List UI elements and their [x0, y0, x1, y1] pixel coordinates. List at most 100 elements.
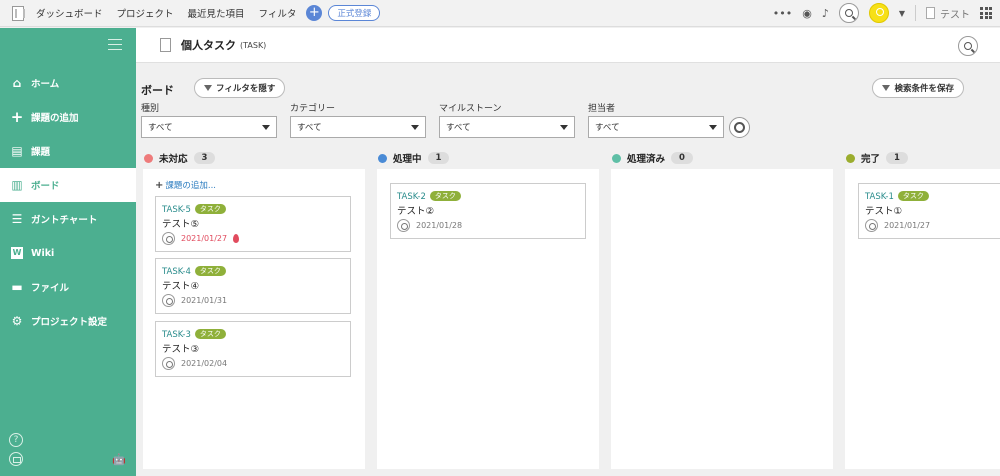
plus-icon: +: [10, 107, 24, 126]
column-header-in-progress: 処理中 1: [378, 151, 450, 165]
global-search-icon[interactable]: [838, 3, 859, 23]
chevron-down-icon[interactable]: ▼: [899, 9, 905, 18]
board-column-resolved: [611, 169, 833, 469]
column-count: 0: [671, 152, 693, 164]
project-search-icon[interactable]: [958, 36, 978, 56]
project-key: (TASK): [240, 40, 267, 50]
nav-projects[interactable]: プロジェクト: [117, 6, 174, 20]
add-plus-icon[interactable]: +: [306, 5, 323, 21]
filter-type-select[interactable]: すべて: [141, 116, 277, 138]
sidebar-item-files[interactable]: ▬ ファイル: [0, 270, 136, 304]
app-logo-icon[interactable]: [0, 0, 36, 27]
current-project[interactable]: テスト: [926, 6, 970, 21]
filter-milestone-select[interactable]: すべて: [439, 116, 575, 138]
task-key[interactable]: TASK-2: [397, 192, 426, 202]
avatar: [162, 294, 175, 307]
global-nav: ダッシュボード プロジェクト 最近見た項目 フィルタ + 正式登録: [36, 5, 381, 21]
task-card[interactable]: TASK-1 タスク テスト① 2021/01/27: [858, 183, 1000, 239]
column-title: 未対応: [159, 154, 188, 165]
sidebar-item-wiki[interactable]: W Wiki: [0, 236, 136, 270]
task-key[interactable]: TASK-3: [162, 330, 191, 340]
column-title: 処理中: [393, 154, 422, 165]
filter-category-select[interactable]: すべて: [290, 116, 426, 138]
task-title: テスト②: [397, 206, 435, 217]
more-icon[interactable]: •••: [773, 7, 792, 20]
nav-dashboard[interactable]: ダッシュボード: [36, 6, 103, 20]
funnel-plus-icon: [882, 85, 891, 91]
sidebar-item-label: ホーム: [31, 79, 60, 90]
hide-filter-label: フィルタを隠す: [216, 84, 276, 94]
task-key-line: TASK-2 タスク: [397, 191, 461, 202]
board-column-in-progress: TASK-2 タスク テスト② 2021/01/28: [377, 169, 599, 469]
task-meta: 2021/01/27: [865, 219, 930, 232]
list-icon: ▤: [11, 144, 23, 158]
apps-grid-icon[interactable]: [980, 7, 992, 19]
avatar: [397, 219, 410, 232]
sidebar-item-gantt[interactable]: ☰ ガントチャート: [0, 202, 136, 236]
task-key[interactable]: TASK-5: [162, 205, 191, 215]
save-search-button[interactable]: 検索条件を保存: [872, 78, 964, 98]
sidebar-footer: ? 🤖: [9, 433, 126, 466]
eye-icon[interactable]: ◉: [802, 7, 812, 20]
task-meta: 2021/02/04: [162, 357, 227, 370]
bell-icon[interactable]: ♪: [822, 7, 829, 20]
board-content: ボード フィルタを隠す 検索条件を保存 種別 すべて カテゴリー すべて マイル…: [136, 63, 1000, 476]
gear-icon: ⚙: [11, 314, 23, 328]
sidebar-item-board[interactable]: ▥ ボード: [0, 168, 136, 202]
due-date: 2021/01/27: [181, 234, 228, 243]
sidebar-item-home[interactable]: ⌂ ホーム: [0, 66, 136, 100]
sidebar-item-project-settings[interactable]: ⚙ プロジェクト設定: [0, 304, 136, 338]
column-header-open: 未対応 3: [144, 151, 216, 165]
top-bar: ダッシュボード プロジェクト 最近見た項目 フィルタ + 正式登録 ••• ◉ …: [0, 0, 1000, 27]
due-date: 2021/01/27: [884, 221, 931, 230]
sidebar-item-label: 課題の追加: [31, 113, 79, 124]
task-type-badge: タスク: [194, 266, 226, 276]
file-icon: ▬: [11, 280, 23, 294]
chat-icon[interactable]: [9, 452, 23, 466]
filter-assignee-select[interactable]: すべて: [588, 116, 724, 138]
task-key[interactable]: TASK-1: [865, 192, 894, 202]
person-icon: [734, 122, 745, 133]
hide-filter-button[interactable]: フィルタを隠す: [194, 78, 286, 98]
status-dot: [612, 153, 621, 163]
filter-row: 種別 すべて カテゴリー すべて マイルストーン すべて 担当者 すべて: [141, 101, 724, 138]
avatar: [162, 357, 175, 370]
sidebar-item-label: ファイル: [31, 283, 70, 294]
sidebar-item-label: 課題: [31, 147, 51, 158]
board-column-open: + 課題の追加... TASK-5 タスク テスト⑤ 2021/01/27 TASK…: [143, 169, 365, 469]
board-column-closed: TASK-1 タスク テスト① 2021/01/27: [845, 169, 1000, 469]
sidebar-item-issues[interactable]: ▤ 課題: [0, 134, 136, 168]
filter-category: カテゴリー すべて: [290, 101, 426, 138]
add-task-link[interactable]: + 課題の追加...: [155, 179, 216, 191]
sidebar: ⌂ ホーム + 課題の追加 ▤ 課題 ▥ ボード ☰ ガントチャート W Wik…: [0, 28, 136, 476]
hamburger-icon[interactable]: [108, 39, 122, 50]
user-avatar[interactable]: [868, 3, 889, 23]
funnel-icon: [204, 85, 212, 91]
task-type-badge: タスク: [194, 204, 226, 214]
task-type-badge: タスク: [429, 191, 461, 201]
filter-label: 種別: [141, 104, 160, 114]
sidebar-item-add-issue[interactable]: + 課題の追加: [0, 100, 136, 134]
column-count: 3: [193, 152, 216, 164]
gantt-icon: ☰: [11, 212, 23, 226]
column-count: 1: [886, 152, 908, 164]
project-icon: [926, 7, 935, 19]
android-icon[interactable]: 🤖: [112, 453, 126, 466]
nav-recent[interactable]: 最近見た項目: [188, 6, 245, 20]
nav-filter[interactable]: フィルタ: [259, 6, 297, 20]
task-card[interactable]: TASK-5 タスク テスト⑤ 2021/01/27: [155, 196, 351, 252]
sidebar-item-label: Wiki: [31, 247, 55, 259]
task-key-line: TASK-4 タスク: [162, 266, 226, 277]
task-key[interactable]: TASK-4: [162, 267, 191, 277]
task-card[interactable]: TASK-2 タスク テスト② 2021/01/28: [390, 183, 586, 239]
help-icon[interactable]: ?: [9, 433, 23, 447]
task-meta: 2021/01/27: [162, 232, 240, 245]
due-date: 2021/02/04: [181, 359, 228, 368]
add-task-label: 課題の追加...: [165, 181, 216, 191]
register-button[interactable]: 正式登録: [328, 5, 381, 21]
project-icon: [160, 38, 171, 52]
task-card[interactable]: TASK-4 タスク テスト④ 2021/01/31: [155, 258, 351, 314]
task-card[interactable]: TASK-3 タスク テスト③ 2021/02/04: [155, 321, 351, 377]
column-title: 処理済み: [627, 154, 666, 165]
assign-myself-button[interactable]: [729, 117, 750, 138]
